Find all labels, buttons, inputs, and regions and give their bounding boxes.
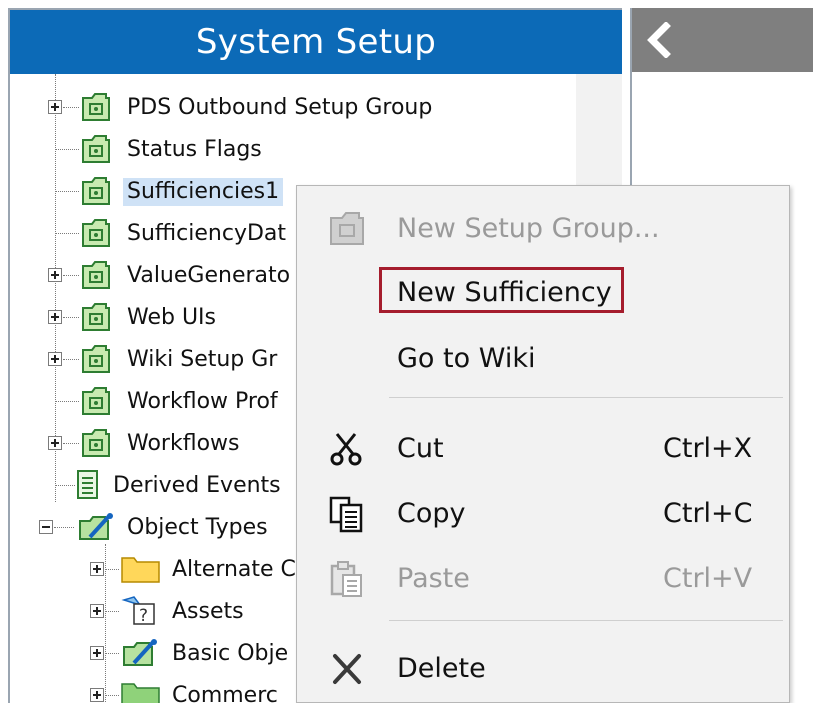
expand-icon[interactable] <box>90 646 104 660</box>
tree-item-label: Wiki Setup Gr <box>127 347 278 372</box>
menu-item-label: Delete <box>397 653 486 684</box>
paste-icon <box>330 561 362 597</box>
tree-item[interactable]: Status Flags <box>10 130 576 168</box>
setup-group-icon <box>82 93 110 121</box>
expand-icon[interactable] <box>48 100 62 114</box>
tree-item-label: PDS Outbound Setup Group <box>127 95 433 120</box>
menu-separator <box>389 397 783 398</box>
tree-item-label: SufficiencyDat <box>127 221 287 246</box>
tree-item-label: Alternate C <box>172 557 296 582</box>
menu-item-cut[interactable]: Cut Ctrl+X <box>297 418 791 478</box>
setup-group-icon <box>82 177 110 205</box>
menu-separator <box>389 620 783 621</box>
menu-item-label: Paste <box>397 563 470 594</box>
expand-icon[interactable] <box>48 352 62 366</box>
tree-item-label: Basic Obje <box>172 641 289 666</box>
tree-item-label: Web UIs <box>127 305 217 330</box>
detail-panel-header <box>632 8 813 72</box>
panel-header: System Setup <box>10 10 622 74</box>
menu-item-label: Copy <box>397 498 466 529</box>
setup-group-icon <box>330 212 364 245</box>
expand-icon[interactable] <box>90 604 104 618</box>
tree-item-label: Assets <box>172 599 244 624</box>
menu-item-shortcut: Ctrl+V <box>663 563 753 594</box>
tree-item-label: ValueGenerato <box>127 263 291 288</box>
assets-icon: ? <box>121 596 155 626</box>
expand-icon[interactable] <box>90 562 104 576</box>
collapse-icon[interactable] <box>39 520 53 534</box>
highlight-annotation <box>379 267 624 313</box>
expand-icon[interactable] <box>48 310 62 324</box>
panel-title: System Setup <box>195 22 437 62</box>
tree-item-label: Status Flags <box>127 137 262 162</box>
menu-item-shortcut: Ctrl+X <box>663 433 753 464</box>
delete-icon <box>333 654 361 684</box>
object-types-icon <box>123 639 157 666</box>
object-types-icon <box>79 513 113 540</box>
folder-icon <box>121 557 160 583</box>
menu-item-go-to-wiki[interactable]: Go to Wiki <box>297 328 791 388</box>
tree-item-label: Derived Events <box>113 473 281 498</box>
expand-icon[interactable] <box>90 688 104 702</box>
setup-group-icon <box>82 345 110 373</box>
tree-item-label: Object Types <box>127 515 268 540</box>
tree-item[interactable]: PDS Outbound Setup Group <box>10 88 576 126</box>
expand-icon[interactable] <box>48 436 62 450</box>
svg-text:?: ? <box>139 606 148 626</box>
menu-item-shortcut: Ctrl+C <box>663 498 753 529</box>
tree-item-label-selected: Sufficiencies1 <box>123 178 284 206</box>
menu-item-paste[interactable]: Paste Ctrl+V <box>297 548 791 608</box>
setup-group-icon <box>82 261 110 289</box>
menu-item-label: New Setup Group... <box>397 213 660 244</box>
setup-group-icon <box>82 303 110 331</box>
expand-icon[interactable] <box>48 268 62 282</box>
tree-item-label: Workflow Prof <box>127 389 278 414</box>
scissors-icon <box>330 433 362 466</box>
tree-item-label: Commerc <box>172 683 278 703</box>
menu-item-new-setup-group[interactable]: New Setup Group... <box>297 198 791 258</box>
menu-item-delete[interactable]: Delete <box>297 638 791 698</box>
green-folder-icon <box>121 683 160 703</box>
setup-group-icon <box>82 387 110 415</box>
collapse-left-icon[interactable] <box>642 22 678 58</box>
setup-group-icon <box>82 135 110 163</box>
menu-item-label: Go to Wiki <box>397 343 536 374</box>
menu-item-copy[interactable]: Copy Ctrl+C <box>297 483 791 543</box>
setup-group-icon <box>82 429 110 457</box>
context-menu: New Setup Group... New Sufficiency Go to… <box>296 185 790 703</box>
copy-icon <box>329 496 363 533</box>
menu-item-label: Cut <box>397 433 444 464</box>
tree-item-label: Workflows <box>127 431 240 456</box>
setup-group-icon <box>82 219 110 247</box>
document-list-icon <box>77 470 98 499</box>
